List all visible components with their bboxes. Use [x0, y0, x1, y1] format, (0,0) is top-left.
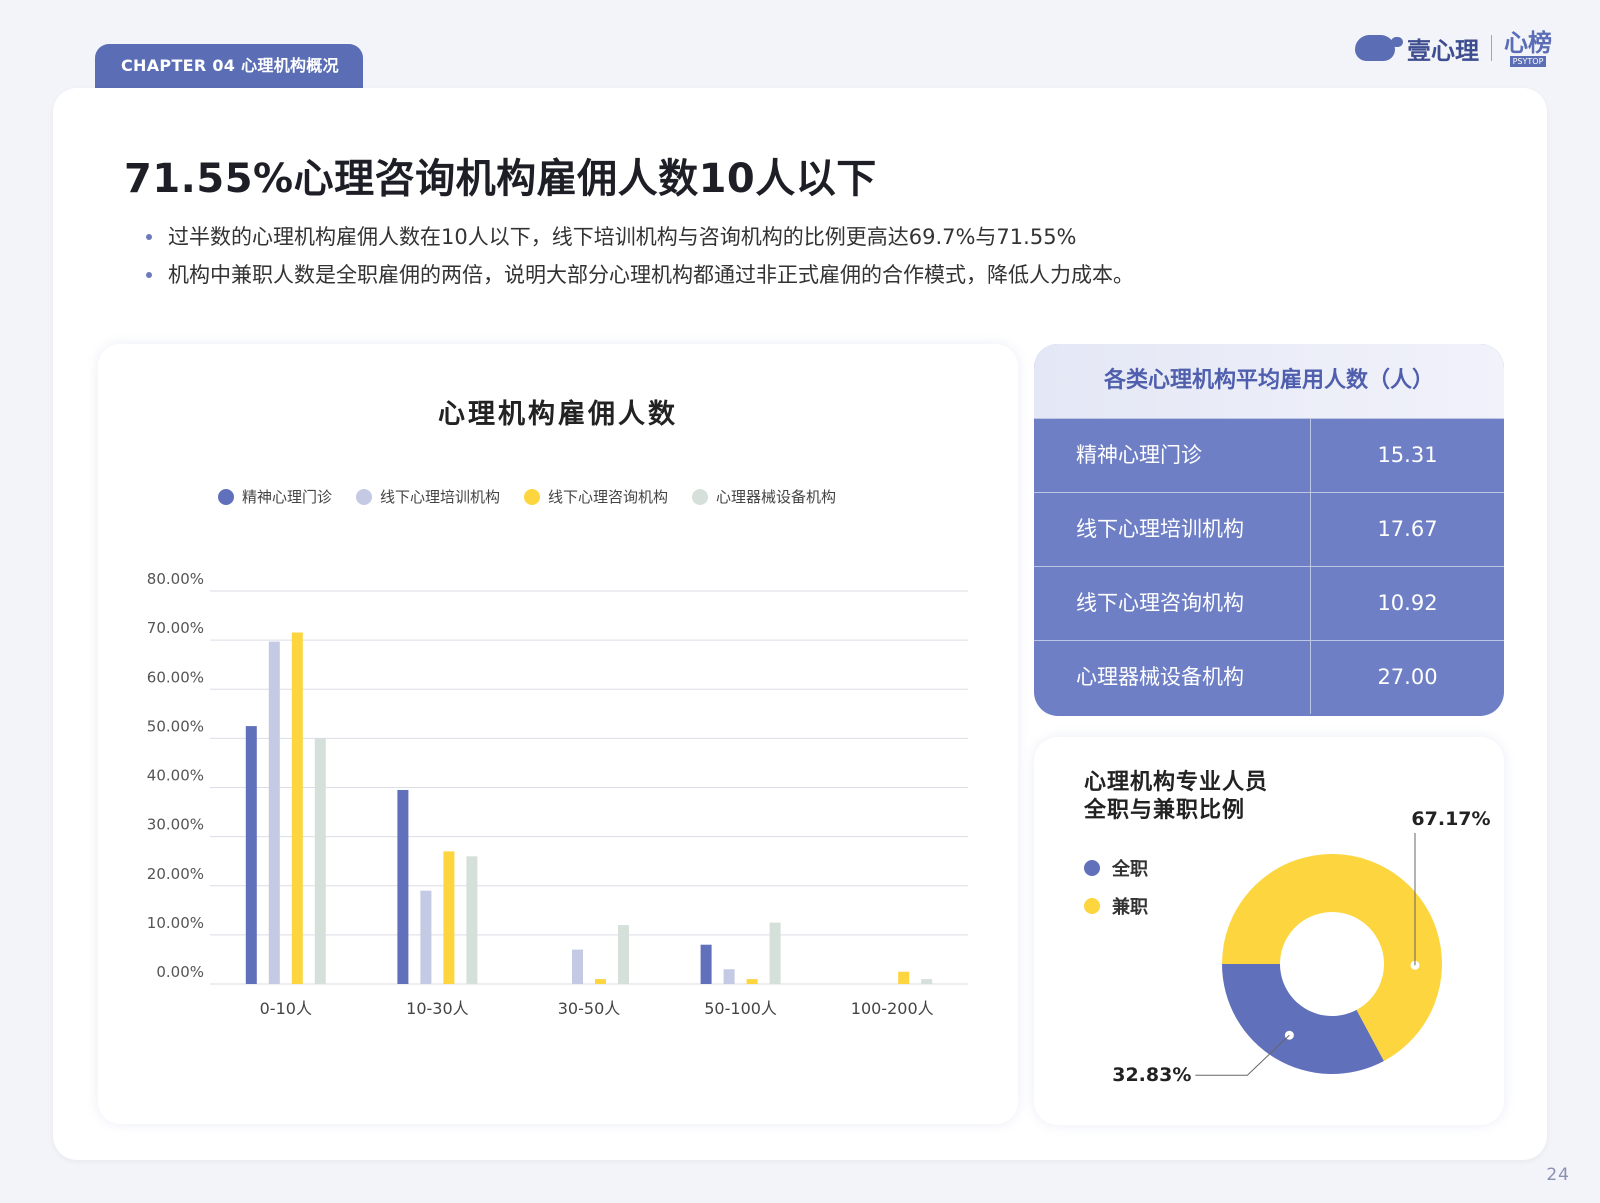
- y-tick-label: 30.00%: [147, 816, 204, 834]
- logo-divider: [1491, 35, 1492, 61]
- logo-text: 壹心理: [1407, 36, 1479, 65]
- y-tick-label: 80.00%: [147, 570, 204, 588]
- y-tick-label: 20.00%: [147, 865, 204, 883]
- bar-chart-card: 80.00% 70.00% 60.00% 50.00% 40.00% 30.00% 20.0…: [98, 344, 1018, 1124]
- chapter-tab: CHAPTER 04 心理机构概况: [95, 44, 363, 94]
- legend-item: 精神心理门诊: [218, 486, 332, 507]
- bar: [268, 641, 280, 984]
- bar: [572, 949, 583, 984]
- bar: [420, 890, 432, 984]
- y-tick-label: 70.00%: [147, 619, 204, 637]
- bullet-item: 机构中兼职人数是全职雇佣的两倍，说明大部分心理机构都通过非正式雇佣的合作模式，降…: [146, 256, 1134, 294]
- legend-item: 线下心理咨询机构: [524, 486, 668, 507]
- table-title: 各类心理机构平均雇用人数（人）: [1034, 344, 1504, 418]
- bar: [921, 979, 933, 984]
- table-row: 心理器械设备机构 27.00: [1034, 640, 1504, 714]
- bar: [769, 922, 781, 984]
- table-row: 线下心理培训机构 17.67: [1034, 492, 1504, 566]
- donut-chart-legend: 全职 兼职: [1084, 849, 1148, 925]
- table-row: 精神心理门诊 15.31: [1034, 418, 1504, 492]
- legend-item: 心理器械设备机构: [692, 486, 836, 507]
- x-tick-label: 100-200人: [851, 999, 934, 1018]
- y-tick-label: 0.00%: [156, 963, 204, 981]
- legend-swatch: [1084, 860, 1100, 876]
- donut-chart-title: 心理机构专业人员 全职与兼职比例: [1084, 770, 1269, 823]
- bar: [314, 738, 326, 984]
- slice-label: 32.83%: [1112, 1064, 1191, 1086]
- bar: [443, 851, 455, 984]
- bar: [746, 979, 758, 984]
- average-staff-table: 各类心理机构平均雇用人数（人） 精神心理门诊 15.31 线下心理培训机构 17.6…: [1034, 344, 1504, 716]
- legend-swatch: [692, 488, 709, 505]
- bar: [397, 789, 409, 984]
- bar-chart-title: 心理机构雇佣人数: [438, 399, 678, 430]
- legend-swatch: [524, 488, 541, 505]
- legend-item: 线下心理培训机构: [356, 486, 500, 507]
- legend-swatch: [356, 488, 373, 505]
- x-tick-label: 0-10人: [260, 999, 312, 1018]
- y-tick-label: 50.00%: [147, 717, 204, 735]
- donut-slice: [1222, 964, 1384, 1074]
- legend-item: 兼职: [1084, 887, 1148, 925]
- bar-chart-legend: 精神心理门诊 线下心理培训机构 线下心理咨询机构 心理器械设备机构: [218, 486, 836, 507]
- bar-chart: 80.00% 70.00% 60.00% 50.00% 40.00% 30.00% 20.0…: [147, 570, 968, 1018]
- slice-label: 67.17%: [1411, 808, 1490, 830]
- bar: [291, 632, 303, 984]
- table-row: 线下心理咨询机构 10.92: [1034, 566, 1504, 640]
- y-tick-label: 40.00%: [147, 767, 204, 785]
- y-tick-label: 60.00%: [147, 668, 204, 686]
- bar: [898, 971, 910, 984]
- x-tick-label: 50-100人: [704, 999, 777, 1018]
- bar: [245, 726, 257, 984]
- x-tick-label: 30-50人: [558, 999, 621, 1018]
- y-tick-label: 10.00%: [147, 914, 204, 932]
- page-title: 71.55%心理咨询机构雇佣人数10人以下: [124, 156, 877, 202]
- x-tick-label: 10-30人: [406, 999, 469, 1018]
- legend-swatch: [218, 488, 234, 505]
- psytop-logo: 心榜 PSYTOP: [1504, 28, 1552, 67]
- bar: [595, 979, 606, 984]
- brand-logo: 壹心理 心榜 PSYTOP: [1355, 26, 1552, 70]
- bar: [700, 944, 712, 984]
- legend-item: 全职: [1084, 849, 1148, 887]
- summary-bullets: 过半数的心理机构雇佣人数在10人以下，线下培训机构与咨询机构的比例更高达69.7…: [146, 218, 1134, 294]
- donut-chart-card: 32.83% 67.17% 心理机构专业人员 全职与兼职比例 全职 兼职: [1034, 737, 1504, 1125]
- bar: [723, 969, 735, 984]
- bullet-item: 过半数的心理机构雇佣人数在10人以下，线下培训机构与咨询机构的比例更高达69.7…: [146, 218, 1134, 256]
- bar: [466, 856, 478, 984]
- bar: [618, 925, 629, 984]
- whale-icon: [1355, 35, 1403, 61]
- legend-swatch: [1084, 898, 1100, 914]
- page-number: 24: [1546, 1165, 1570, 1185]
